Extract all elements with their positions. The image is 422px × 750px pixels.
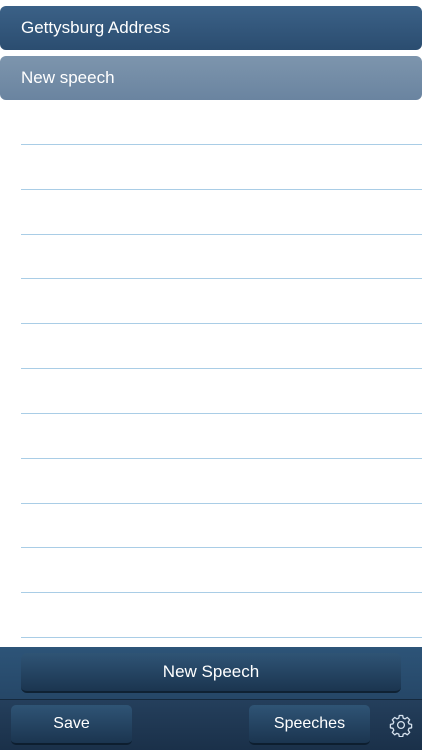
ruled-line <box>21 323 422 324</box>
ruled-line <box>21 458 422 459</box>
save-button[interactable]: Save <box>11 705 132 745</box>
gear-icon[interactable] <box>389 713 413 738</box>
ruled-line <box>21 547 422 548</box>
ruled-line <box>21 278 422 279</box>
speech-app: Gettysburg Address New speech New Speech… <box>0 0 422 750</box>
speech-item-label: New speech <box>21 68 115 87</box>
ruled-line <box>21 144 422 145</box>
ruled-line <box>21 368 422 369</box>
speech-item-gettysburg-address[interactable]: Gettysburg Address <box>0 6 422 50</box>
speech-item-new-speech[interactable]: New speech <box>0 56 422 100</box>
ruled-line <box>21 637 422 638</box>
ruled-line <box>21 503 422 504</box>
new-speech-button[interactable]: New Speech <box>21 653 401 693</box>
ruled-line <box>21 189 422 190</box>
ruled-line <box>21 413 422 414</box>
speeches-button[interactable]: Speeches <box>249 705 370 745</box>
ruled-line <box>21 234 422 235</box>
speech-text-area[interactable] <box>21 100 422 647</box>
ruled-line <box>21 592 422 593</box>
toolbar: Save Speeches <box>0 699 422 750</box>
speech-item-label: Gettysburg Address <box>21 18 171 37</box>
